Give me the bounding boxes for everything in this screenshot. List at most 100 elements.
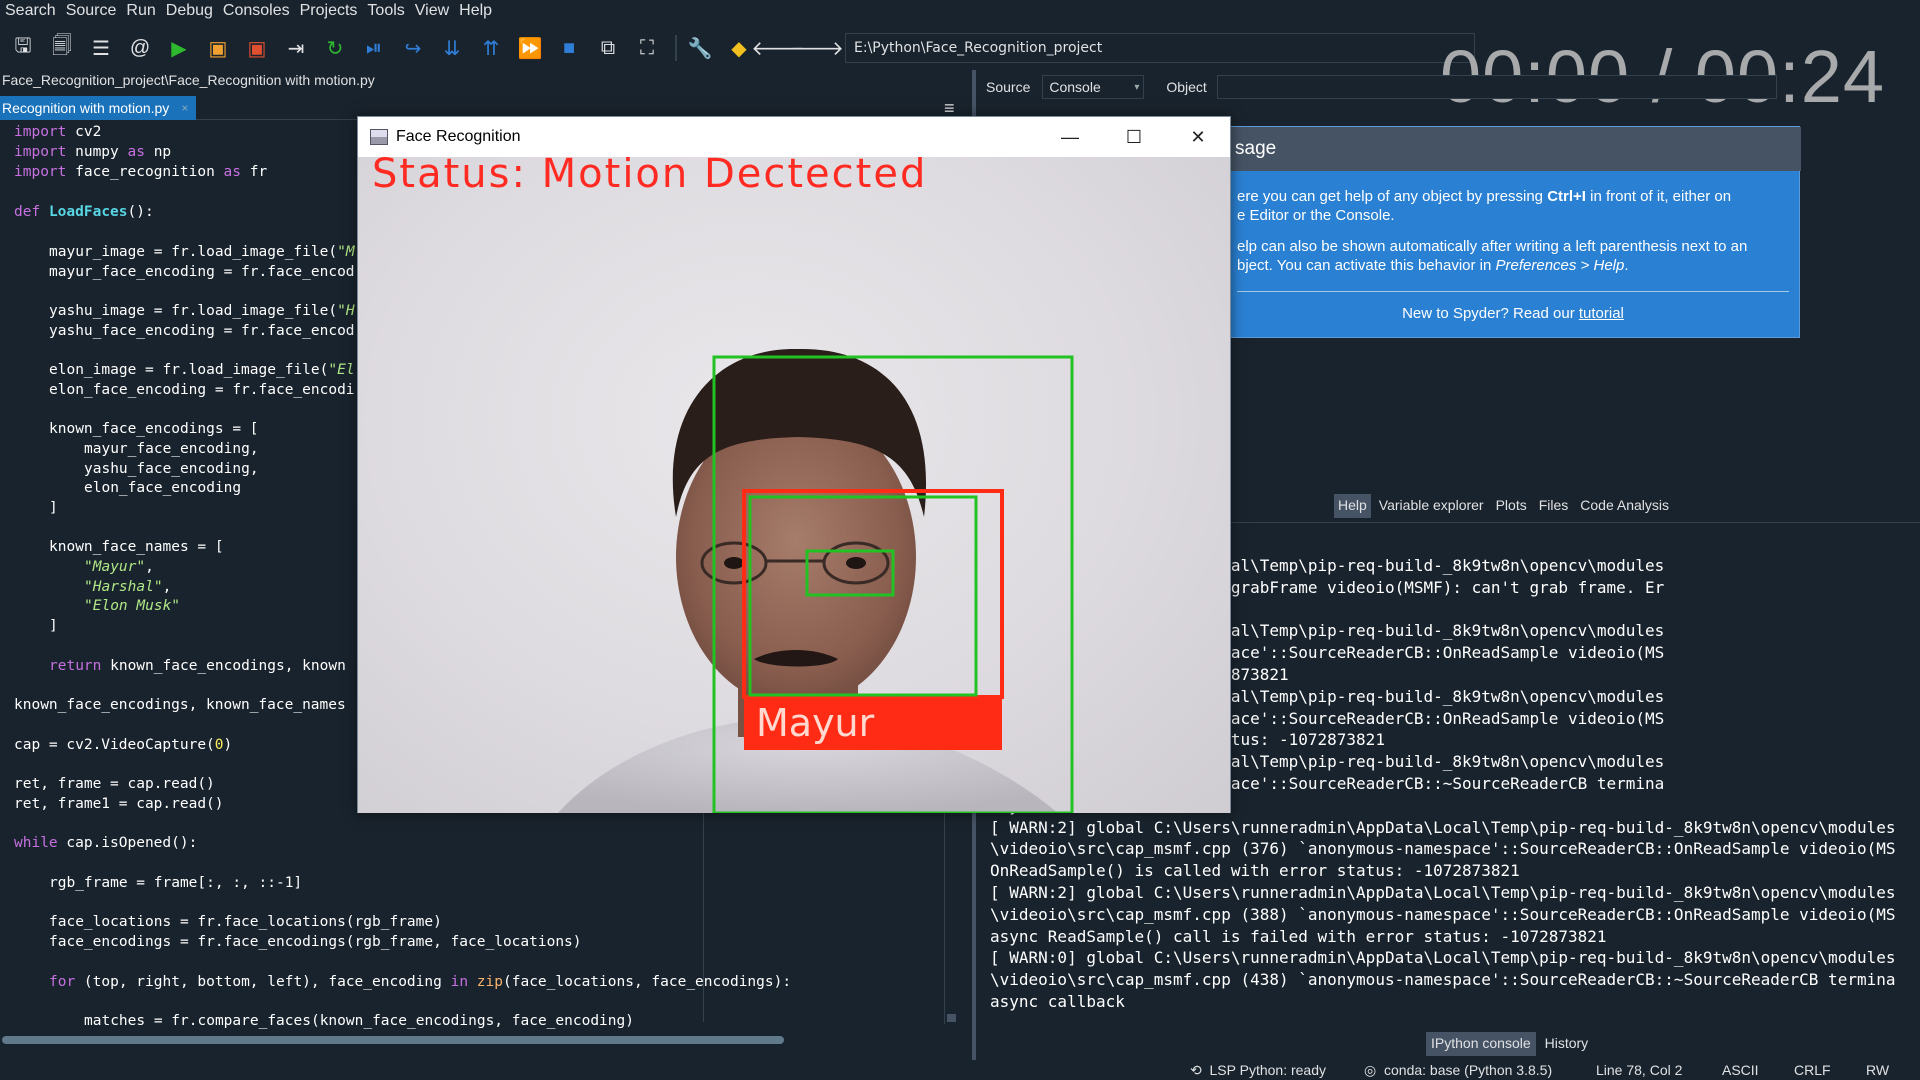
menu-item-tools[interactable]: Tools xyxy=(362,2,409,20)
menu-item-view[interactable]: View xyxy=(410,2,454,20)
status-bar: ⟲ LSP Python: ready ◎ conda: base (Pytho… xyxy=(0,1060,1920,1080)
code-token: "H xyxy=(337,303,355,319)
file-permissions: RW xyxy=(1866,1062,1890,1078)
code-token: import xyxy=(14,144,67,160)
code-token: (face_locations, face_encodings): xyxy=(503,974,792,990)
code-line: known_face_encodings = [ xyxy=(49,421,259,440)
conda-status-text: conda: base (Python 3.8.5) xyxy=(1384,1062,1553,1078)
close-tab-icon[interactable]: × xyxy=(181,101,188,115)
editor-options-menu-icon[interactable]: ≡ xyxy=(944,98,964,118)
maximize-pane-button[interactable]: ⧉ xyxy=(591,31,625,65)
code-token: (top, right, bottom, left), face_encodin… xyxy=(75,974,451,990)
code-token: yashu_image = fr.load_image_file( xyxy=(49,303,338,319)
code-token: "Elon Musk" xyxy=(84,598,181,614)
close-window-button[interactable]: ✕ xyxy=(1166,117,1230,157)
tab-code-analysis[interactable]: Code Analysis xyxy=(1576,494,1673,518)
code-line: elon_face_encoding = fr.face_encodi xyxy=(49,382,355,401)
toolbar-separator xyxy=(675,35,677,61)
debug-button[interactable]: ⏯ xyxy=(357,31,391,65)
forward-arrow-icon: 🡒 xyxy=(790,37,844,60)
code-token: known_face_encodings = [ xyxy=(49,421,259,437)
cursor-position: Line 78, Col 2 xyxy=(1596,1062,1683,1078)
code-token: elon_face_encoding xyxy=(84,480,242,496)
code-token: yashu_face_encoding = fr.face_encod xyxy=(49,323,355,339)
maximize-button[interactable]: ☐ xyxy=(1102,117,1166,157)
save-button[interactable]: 🖫 xyxy=(6,31,40,65)
code-line: ] xyxy=(49,618,58,637)
editor-tab-active-file[interactable]: Recognition with motion.py × xyxy=(0,96,196,120)
usage-body: ere you can get help of any object by pr… xyxy=(1237,187,1789,287)
usage-footer-text: New to Spyder? Read our xyxy=(1402,305,1579,322)
code-token: known_face_encodings, known xyxy=(101,658,346,674)
fullscreen-button[interactable]: ⛶ xyxy=(630,31,664,65)
python-path-icon: ◆ xyxy=(731,37,747,60)
tutorial-link[interactable]: tutorial xyxy=(1579,305,1624,322)
rerun-icon: ↻ xyxy=(326,37,344,60)
continue-button[interactable]: ⏩ xyxy=(513,31,547,65)
rerun-button[interactable]: ↻ xyxy=(318,31,352,65)
code-token: in xyxy=(450,974,469,990)
code-token: mayur_image = fr.load_image_file( xyxy=(49,244,338,260)
editor-edge-line xyxy=(703,812,704,1022)
usage-text: ere you can get help of any object by pr… xyxy=(1237,188,1548,205)
code-token: ] xyxy=(49,618,58,634)
at-button[interactable]: @ xyxy=(123,31,157,65)
run-cell-advance-button[interactable]: ▣ xyxy=(240,31,274,65)
tab-variable-explorer[interactable]: Variable explorer xyxy=(1375,494,1488,518)
code-token: cap.isOpened(): xyxy=(57,835,198,851)
menu-item-debug[interactable]: Debug xyxy=(161,2,218,20)
window-titlebar[interactable]: Face Recognition — ☐ ✕ xyxy=(358,117,1230,157)
code-token: LoadFaces xyxy=(48,204,128,220)
usage-title: sage xyxy=(1225,127,1801,171)
run-button[interactable]: ▶ xyxy=(162,31,196,65)
save-icon: 🖫 xyxy=(14,35,32,57)
save-all-button[interactable]: 🗐 xyxy=(45,31,79,65)
menu-item-help[interactable]: Help xyxy=(454,2,497,20)
conda-status[interactable]: ◎ conda: base (Python 3.8.5) xyxy=(1364,1062,1552,1079)
outline-button[interactable]: ☰ xyxy=(84,31,118,65)
object-input[interactable] xyxy=(1216,75,1777,99)
console-line: async callback xyxy=(990,992,1125,1011)
working-directory-field[interactable]: E:\Python\Face_Recognition_project xyxy=(845,33,1475,63)
minimize-button[interactable]: — xyxy=(1038,117,1102,157)
code-token: cv2 xyxy=(66,124,102,140)
code-token: import xyxy=(14,124,67,140)
scrollbar-thumb[interactable] xyxy=(947,1014,956,1022)
run-cell-button[interactable]: ▣ xyxy=(201,31,235,65)
menu-item-search[interactable]: Search xyxy=(0,2,61,20)
code-line: elon_face_encoding xyxy=(84,480,241,499)
menu-item-projects[interactable]: Projects xyxy=(295,2,363,20)
code-token: np xyxy=(144,144,172,160)
code-line: ret, frame1 = cap.read() xyxy=(14,796,224,815)
divider xyxy=(1237,291,1789,292)
usage-text: bject. You can activate this behavior in xyxy=(1237,257,1496,274)
usage-text: elp can also be shown automatically afte… xyxy=(1237,238,1748,255)
lsp-status[interactable]: ⟲ LSP Python: ready xyxy=(1190,1062,1326,1079)
menu-item-run[interactable]: Run xyxy=(121,2,160,20)
step-into-button[interactable]: ⇊ xyxy=(435,31,469,65)
menu-item-source[interactable]: Source xyxy=(61,2,122,20)
scrollbar-thumb[interactable] xyxy=(2,1036,784,1044)
source-select[interactable]: Console ▾ xyxy=(1042,75,1145,99)
tab-history[interactable]: History xyxy=(1540,1032,1594,1056)
preferences-wrench-button[interactable]: 🔧 xyxy=(683,31,717,65)
step-button[interactable]: ↪ xyxy=(396,31,430,65)
forward-arrow-button[interactable]: 🡒 xyxy=(790,31,844,65)
run-cell-advance-icon: ▣ xyxy=(247,37,267,60)
run-selection-button[interactable]: ⇥ xyxy=(279,31,313,65)
tab-help[interactable]: Help xyxy=(1334,494,1371,518)
tab-files[interactable]: Files xyxy=(1535,494,1573,518)
stop-button[interactable]: ■ xyxy=(552,31,586,65)
menu-item-consoles[interactable]: Consoles xyxy=(218,2,295,20)
code-token: "El xyxy=(328,362,355,378)
face-recognition-window[interactable]: Face Recognition — ☐ ✕ Status: Motion De… xyxy=(357,116,1231,813)
code-line: "Elon Musk" xyxy=(84,598,180,617)
step-return-button[interactable]: ⇈ xyxy=(474,31,508,65)
tab-plots[interactable]: Plots xyxy=(1492,494,1531,518)
tab-ipython-console[interactable]: IPython console xyxy=(1426,1032,1536,1056)
code-line: mayur_face_encoding, xyxy=(84,441,259,460)
code-token: as xyxy=(127,144,145,160)
editor-horizontal-scrollbar[interactable] xyxy=(0,1034,942,1046)
stop-icon: ■ xyxy=(562,36,576,59)
